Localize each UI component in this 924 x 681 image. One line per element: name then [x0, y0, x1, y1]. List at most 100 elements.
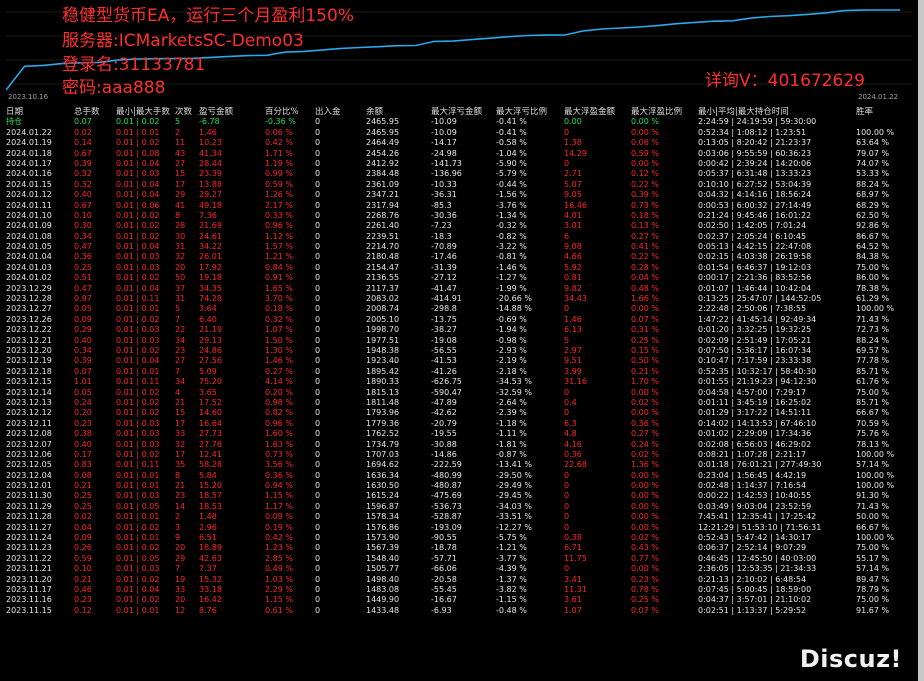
table-cell: 0.01 | 0.02	[116, 408, 160, 418]
table-cell: 0.00 %	[631, 127, 659, 137]
table-cell: -0.36 %	[265, 117, 296, 127]
table-cell: 18.53	[199, 501, 222, 511]
table-row: 2024.01.04 0.36 0.01 | 0.03 32 26.01 1.21 % 0 2…	[6, 252, 912, 262]
table-cell: 0.96 %	[265, 221, 293, 231]
table-cell: 0	[564, 408, 570, 418]
table-cell: 3	[175, 522, 181, 532]
chart-date-start: 2023.10.16	[8, 93, 49, 101]
table-row: 2023.11.17 0.46 0.01 | 0.04 33 33.18 2.29 % 0 1…	[6, 585, 912, 595]
table-cell: 49.18	[199, 200, 222, 210]
table-body: 持仓 0.07 0.01 | 0.02 5 -6.78 -0.36 % 0 2465.95 -1…	[6, 117, 912, 616]
table-cell: 16.42	[199, 595, 222, 605]
table-cell: 0:21:13 | 2:10:02 | 6:48:54	[698, 574, 807, 584]
table-cell: 71.43 %	[856, 501, 890, 511]
table-cell: 2024.01.19	[6, 138, 52, 148]
table-cell: 2023.12.27	[6, 304, 52, 314]
table-cell: 0.27 %	[631, 231, 659, 241]
table-cell: 0:00:42 | 2:39:24 | 14:20:06	[698, 158, 812, 168]
table-cell: 0.48 %	[631, 283, 659, 293]
table-cell: 0.59 %	[631, 148, 659, 158]
table-cell: 0	[315, 584, 321, 594]
table-cell: 0:02:15 | 4:03:38 | 26:19:58	[698, 252, 812, 262]
table-cell: 1.07	[564, 605, 582, 615]
table-cell: -56.55	[431, 345, 457, 355]
table-cell: -1.18 %	[496, 418, 527, 428]
table-row: 2023.11.21 0.10 0.01 | 0.03 7 7.37 0.49 % 0 150…	[6, 564, 912, 574]
table-cell: 22.68	[564, 460, 587, 470]
table-cell: 0	[315, 553, 321, 563]
table-row: 2023.11.15 0.12 0.01 | 0.01 12 8.76 0.61 % 0 14…	[6, 606, 912, 616]
table-cell: 0.00 %	[631, 304, 659, 314]
table-cell: 0.20 %	[265, 387, 293, 397]
table-cell: -3.76 %	[496, 200, 527, 210]
table-cell: 0.36 %	[631, 418, 659, 428]
table-cell: 1.46	[564, 314, 582, 324]
table-cell: 0.00 %	[631, 117, 659, 127]
table-cell: 0.47	[74, 242, 92, 252]
table-cell: 1.63 %	[265, 439, 293, 449]
table-cell: 0.29	[74, 325, 92, 335]
table-cell: -30.88	[431, 439, 457, 449]
table-cell: 43	[175, 148, 186, 158]
table-cell: 4.16	[564, 439, 582, 449]
table-cell: 0.20	[74, 408, 92, 418]
table-cell: -626.75	[431, 377, 462, 387]
table-cell: 29.13	[199, 335, 222, 345]
table-cell: -41.47	[431, 283, 457, 293]
header-cell: 总手数	[74, 107, 100, 117]
table-cell: 0	[315, 397, 321, 407]
table-cell: 1.50 %	[265, 335, 293, 345]
table-cell: 15	[175, 408, 186, 418]
table-cell: 7.37	[199, 564, 217, 574]
table-cell: 0.51	[74, 273, 92, 283]
table-cell: 0.01 | 0.02	[116, 221, 160, 231]
table-cell: 0.01 | 0.02	[116, 387, 160, 397]
table-cell: 1998.70	[366, 325, 400, 335]
table-cell: 0.38	[564, 533, 582, 543]
table-cell: 55.17 %	[856, 553, 890, 563]
table-row: 2023.12.28 0.97 0.01 | 0.11 31 74.28 3.70 % 0 2…	[6, 294, 912, 304]
table-row: 持仓 0.07 0.01 | 0.02 5 -6.78 -0.36 % 0 2465.95 -1…	[6, 117, 912, 127]
table-cell: 0.39 %	[631, 190, 659, 200]
table-cell: 2384.48	[366, 169, 400, 179]
table-cell: 0.00 %	[631, 470, 659, 480]
table-cell: 27.76	[199, 439, 222, 449]
table-cell: 1.15 %	[265, 491, 293, 501]
table-cell: 0.01 | 0.04	[116, 179, 160, 189]
table-cell: 0.02 %	[631, 533, 659, 543]
table-cell: 0	[315, 179, 321, 189]
table-cell: 0.32	[74, 179, 92, 189]
table-cell: 69.57 %	[856, 345, 890, 355]
table-cell: 2465.95	[366, 127, 400, 137]
table-cell: 0.01 | 0.06	[116, 200, 160, 210]
table-cell: 0	[564, 470, 570, 480]
table-cell: 1.07 %	[265, 325, 293, 335]
table-cell: 1.60 %	[265, 429, 293, 439]
table-cell: 0	[564, 481, 570, 491]
table-cell: 91.67 %	[856, 605, 890, 615]
table-cell: 1498.40	[366, 574, 400, 584]
table-cell: 21	[175, 481, 186, 491]
table-cell: -66.06	[431, 564, 457, 574]
table-cell: 18.57	[199, 491, 222, 501]
table-cell: 6	[564, 231, 570, 241]
table-cell: 11.75	[564, 553, 587, 563]
table-row: 2023.11.28 0.02 0.01 | 0.01 2 1.48 0.09 % 0 157…	[6, 512, 912, 522]
table-cell: -29.50 %	[496, 470, 532, 480]
table-cell: 0.01 | 0.02	[116, 210, 160, 220]
table-cell: 9.82	[564, 283, 582, 293]
table-cell: 0	[315, 429, 321, 439]
table-cell: -42.62	[431, 408, 457, 418]
table-cell: -5.90 %	[496, 158, 527, 168]
table-cell: 0:52:35 | 10:32:17 | 58:40:30	[698, 366, 817, 376]
table-cell: 8	[175, 210, 181, 220]
table-row: 2023.12.14 0.05 0.01 | 0.02 4 3.65 0.20 % 0 181…	[6, 388, 912, 398]
table-cell: 1:47:22 | 41:45:14 | 92:49:34	[698, 314, 817, 324]
table-cell: 0.00 %	[631, 501, 659, 511]
table-cell: 6.71	[564, 543, 582, 553]
table-cell: -0.98 %	[496, 335, 527, 345]
table-cell: 2024.01.03	[6, 262, 52, 272]
table-cell: 0:01:18 | 76:01:21 | 277:49:30	[698, 460, 822, 470]
table-cell: 7	[175, 564, 181, 574]
table-cell: 23.39	[199, 169, 222, 179]
